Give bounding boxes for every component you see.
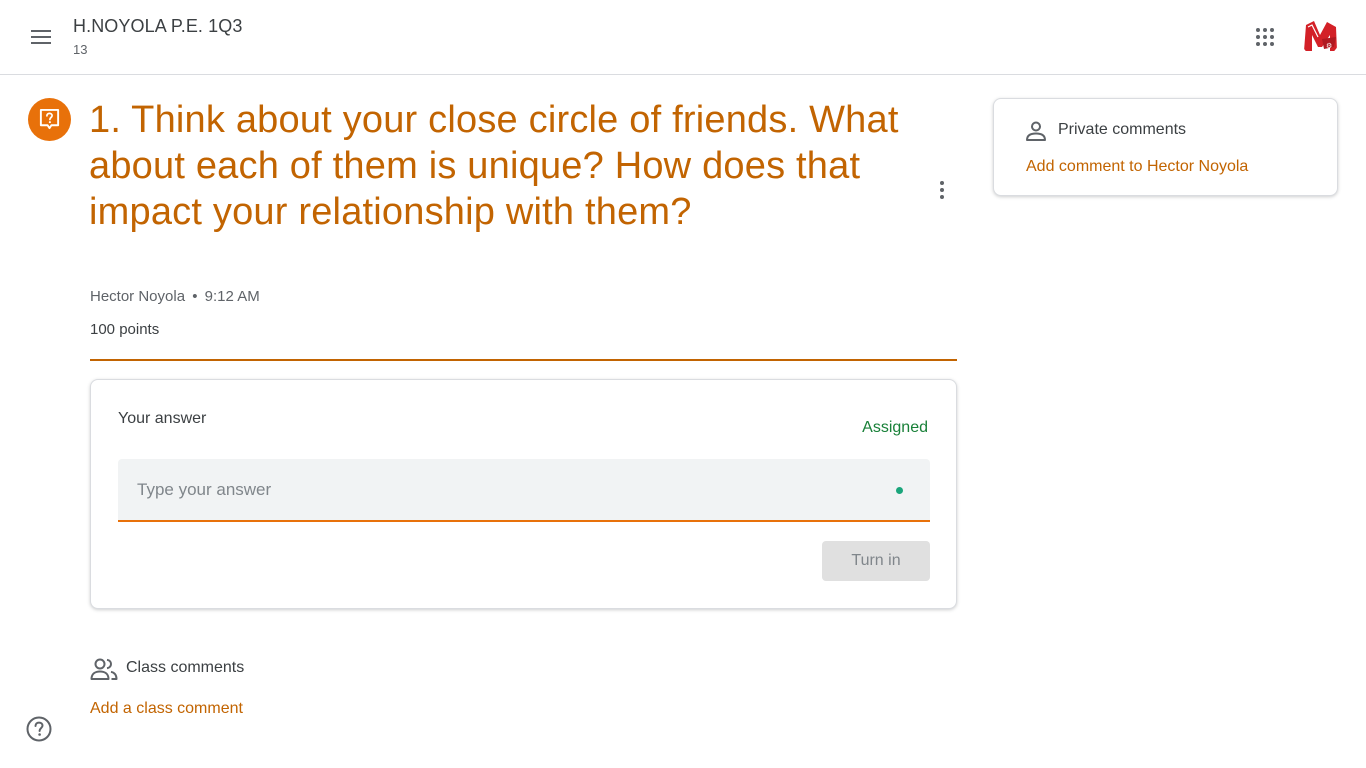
people-icon	[90, 658, 118, 680]
help-icon[interactable]	[24, 714, 54, 744]
status-label: Assigned	[862, 419, 928, 436]
grammar-check-indicator	[896, 487, 903, 494]
header-divider	[90, 359, 957, 361]
assignment-meta: Hector Noyola • 9:12 AM	[90, 288, 260, 305]
turn-in-button[interactable]: Turn in	[822, 541, 930, 581]
question-assignment-icon	[28, 98, 71, 141]
add-private-comment-link[interactable]: Add comment to Hector Noyola	[1026, 158, 1248, 176]
person-icon	[1026, 121, 1046, 141]
meta-separator: •	[192, 288, 198, 305]
post-time: 9:12 AM	[204, 288, 260, 305]
top-app-bar: H.NOYOLA P.E. 1Q3 13 ⚙	[0, 0, 1366, 75]
question-icon	[39, 108, 60, 130]
answer-card: Your answer Assigned Turn in	[90, 379, 957, 609]
assignment-points: 100 points	[90, 321, 160, 338]
class-comments-label: Class comments	[126, 659, 245, 676]
private-comments-label: Private comments	[1058, 121, 1187, 138]
menu-icon	[31, 30, 51, 44]
answer-field[interactable]	[118, 459, 930, 522]
svg-text:⚙: ⚙	[1326, 42, 1332, 50]
google-apps-button[interactable]	[1243, 15, 1287, 59]
assignment-title: 1. Think about your close circle of frie…	[89, 99, 899, 233]
main-menu-button[interactable]	[18, 14, 64, 60]
answer-input[interactable]	[118, 459, 930, 520]
user-avatar-icon: ⚙	[1300, 17, 1340, 57]
apps-grid-icon	[1256, 28, 1274, 46]
private-comments-card: Private comments Add comment to Hector N…	[993, 98, 1338, 196]
more-options-button[interactable]	[922, 170, 962, 210]
account-avatar[interactable]: ⚙	[1300, 17, 1340, 57]
more-vert-icon	[940, 181, 944, 199]
class-title[interactable]: H.NOYOLA P.E. 1Q3	[73, 16, 242, 37]
author-name: Hector Noyola	[90, 288, 186, 305]
answer-heading: Your answer	[118, 410, 207, 427]
class-section: 13	[73, 42, 88, 57]
add-class-comment-link[interactable]: Add a class comment	[90, 700, 243, 718]
